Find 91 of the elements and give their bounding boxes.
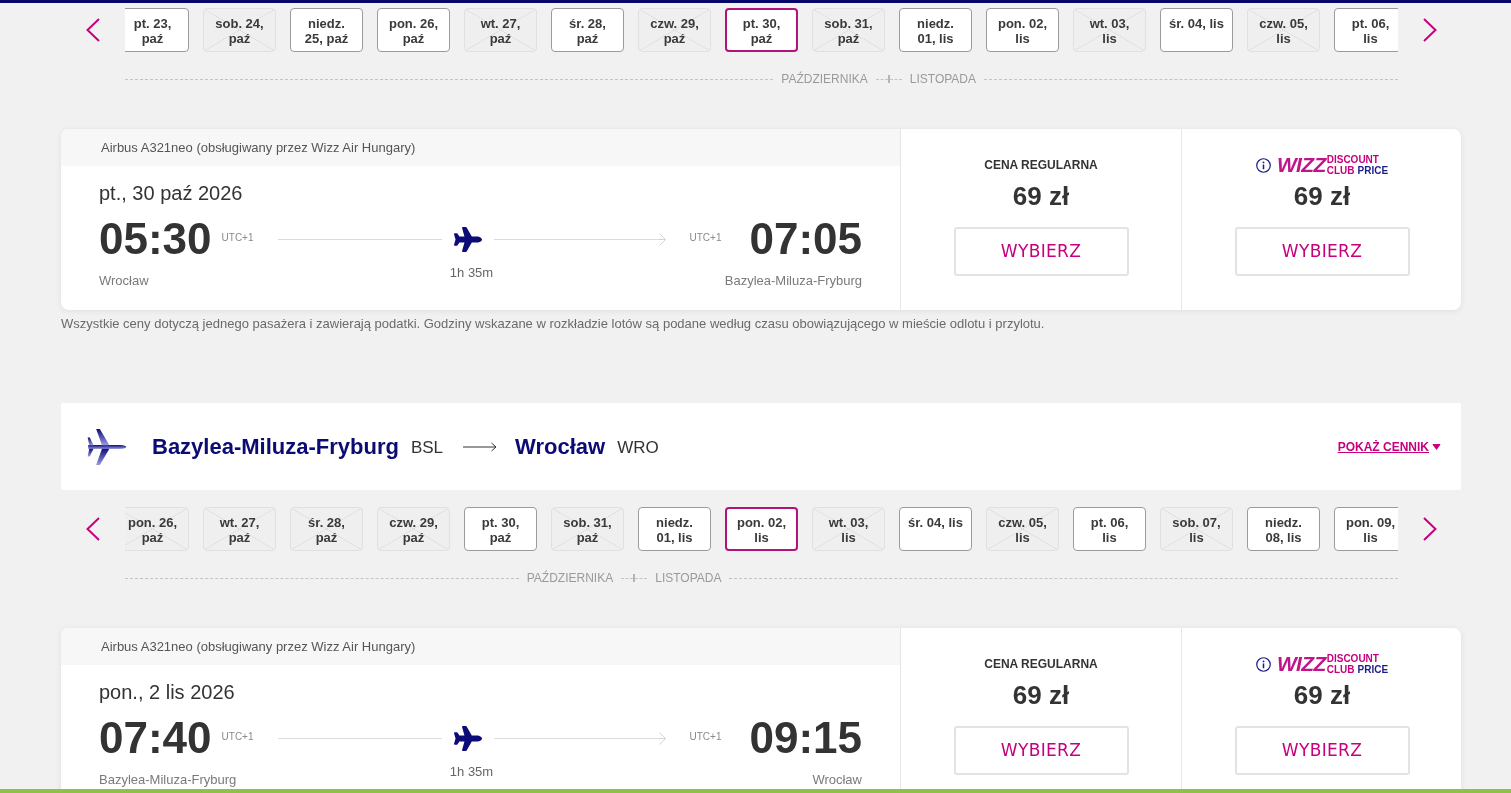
next-dates-button[interactable] xyxy=(1422,517,1437,541)
month-label: LISTOPADA xyxy=(654,570,723,586)
select-button[interactable]: WYBIERZ xyxy=(953,227,1129,276)
logo-text: CLUB xyxy=(1326,165,1355,176)
flight-duration: 1h 35m xyxy=(449,764,494,780)
arrow-right-icon xyxy=(463,441,498,452)
date-chip[interactable]: czw. 29, paź xyxy=(377,507,450,551)
select-button[interactable]: WYBIERZ xyxy=(1234,227,1410,276)
date-chip[interactable]: sob. 31, paź xyxy=(551,507,624,551)
date-chip[interactable]: niedz. 25, paź xyxy=(290,8,363,52)
fare-price: 69 zł xyxy=(1012,180,1070,213)
month-label: LISTOPADA xyxy=(908,71,978,87)
chevron-right-icon xyxy=(1422,517,1437,541)
arrival-time: 09:15 xyxy=(749,714,862,762)
timezone-label: UTC+1 xyxy=(221,232,254,244)
logo-text: PRICE xyxy=(1357,664,1389,675)
date-chip[interactable]: pon. 26, paź xyxy=(377,8,450,52)
date-chip[interactable]: niedz. 01, lis xyxy=(899,8,972,52)
date-chip[interactable]: czw. 05, lis xyxy=(1247,8,1320,52)
info-icon[interactable] xyxy=(1255,157,1271,173)
date-chip[interactable]: pt. 30, paź xyxy=(464,507,537,551)
chevron-right-icon xyxy=(1422,18,1437,42)
date-chip[interactable]: pt. 23, paź xyxy=(125,8,189,52)
logo-wordmark: WIZZ xyxy=(1276,154,1326,176)
arrival-city: Bazylea-Miluza-Fryburg xyxy=(724,273,862,289)
show-prices-link[interactable]: POKAŻ CENNIK xyxy=(1337,438,1441,455)
date-chip[interactable]: pt. 06, lis xyxy=(1334,8,1398,52)
airplane-icon xyxy=(87,428,127,465)
logo-text: PRICE xyxy=(1357,165,1389,176)
price-note: Wszystkie ceny dotyczą jednego pasażera i zawierają podatki. Godziny wskazane w rozkładzie lotów są podane według czasu obowiązującego w mieście odlotu i przylotu. xyxy=(61,315,1046,333)
logo-wordmark: WIZZ xyxy=(1276,653,1326,675)
select-button[interactable]: WYBIERZ xyxy=(953,726,1129,775)
date-chip[interactable]: śr. 04, lis xyxy=(1160,8,1233,52)
logo-text: DISCOUNT xyxy=(1326,154,1380,165)
date-chip[interactable]: niedz. 01, lis xyxy=(638,507,711,551)
fare-price: 69 zł xyxy=(1012,679,1070,712)
date-chip[interactable]: pt. 30, paź xyxy=(725,8,798,52)
date-chip[interactable]: śr. 04, lis xyxy=(899,507,972,551)
aircraft-info: Airbus A321neo (obsługiwany przez Wizz Air Hungary) xyxy=(101,638,416,655)
airplane-icon xyxy=(454,226,482,252)
fare-label: CENA REGULARNA xyxy=(984,657,1098,671)
date-chip[interactable]: pt. 06, lis xyxy=(1073,507,1146,551)
flight-duration: 1h 35m xyxy=(449,265,494,281)
fare-price: 69 zł xyxy=(1293,180,1351,213)
date-chip[interactable]: sob. 24, paź xyxy=(203,8,276,52)
timezone-label: UTC+1 xyxy=(689,232,722,244)
flight-date: pt., 30 paź 2026 xyxy=(99,181,243,205)
chevron-left-icon xyxy=(86,18,100,42)
month-label: PAŹDZIERNIKA xyxy=(525,570,615,586)
timezone-label: UTC+1 xyxy=(221,731,254,743)
departure-city: Wrocław xyxy=(99,273,149,289)
airplane-icon xyxy=(454,725,482,751)
date-chip[interactable]: czw. 05, lis xyxy=(986,507,1059,551)
timezone-label: UTC+1 xyxy=(689,731,722,743)
departure-time: 05:30 xyxy=(99,215,212,263)
date-chip[interactable]: wt. 03, lis xyxy=(812,507,885,551)
origin-city: Bazylea-Miluza-Fryburg xyxy=(152,432,399,461)
previous-dates-button[interactable] xyxy=(86,517,100,541)
date-chip[interactable]: pon. 02, lis xyxy=(986,8,1059,52)
arrival-city: Wrocław xyxy=(812,772,862,788)
chevron-left-icon xyxy=(86,517,100,541)
airport-code: WRO xyxy=(617,436,659,459)
caret-down-icon xyxy=(1432,443,1441,450)
aircraft-info: Airbus A321neo (obsługiwany przez Wizz Air Hungary) xyxy=(101,139,416,156)
date-chip[interactable]: sob. 31, paź xyxy=(812,8,885,52)
date-chip[interactable]: czw. 29, paź xyxy=(638,8,711,52)
fare-label: CENA REGULARNA xyxy=(984,158,1098,172)
date-chip[interactable]: pon. 09, lis xyxy=(1334,507,1398,551)
departure-city: Bazylea-Miluza-Fryburg xyxy=(99,772,237,788)
destination-city: Wrocław xyxy=(515,432,606,461)
date-chip[interactable]: śr. 28, paź xyxy=(290,507,363,551)
next-dates-button[interactable] xyxy=(1422,18,1437,42)
airport-code: BSL xyxy=(410,436,444,459)
fare-price: 69 zł xyxy=(1293,679,1351,712)
select-button[interactable]: WYBIERZ xyxy=(1234,726,1410,775)
logo-text: CLUB xyxy=(1326,664,1355,675)
date-chip[interactable]: wt. 03, lis xyxy=(1073,8,1146,52)
flight-date: pon., 2 lis 2026 xyxy=(99,680,235,704)
date-chip[interactable]: pon. 26, paź xyxy=(125,507,189,551)
logo-text: DISCOUNT xyxy=(1326,653,1380,664)
month-label: PAŹDZIERNIKA xyxy=(780,71,869,87)
date-chip[interactable]: pon. 02, lis xyxy=(725,507,798,551)
previous-dates-button[interactable] xyxy=(86,18,100,42)
date-chip[interactable]: wt. 27, paź xyxy=(203,507,276,551)
arrival-time: 07:05 xyxy=(749,215,862,263)
date-chip[interactable]: śr. 28, paź xyxy=(551,8,624,52)
departure-time: 07:40 xyxy=(99,714,212,762)
date-chip[interactable]: niedz. 08, lis xyxy=(1247,507,1320,551)
date-chip[interactable]: wt. 27, paź xyxy=(464,8,537,52)
date-chip[interactable]: sob. 07, lis xyxy=(1160,507,1233,551)
info-icon[interactable] xyxy=(1255,656,1271,672)
